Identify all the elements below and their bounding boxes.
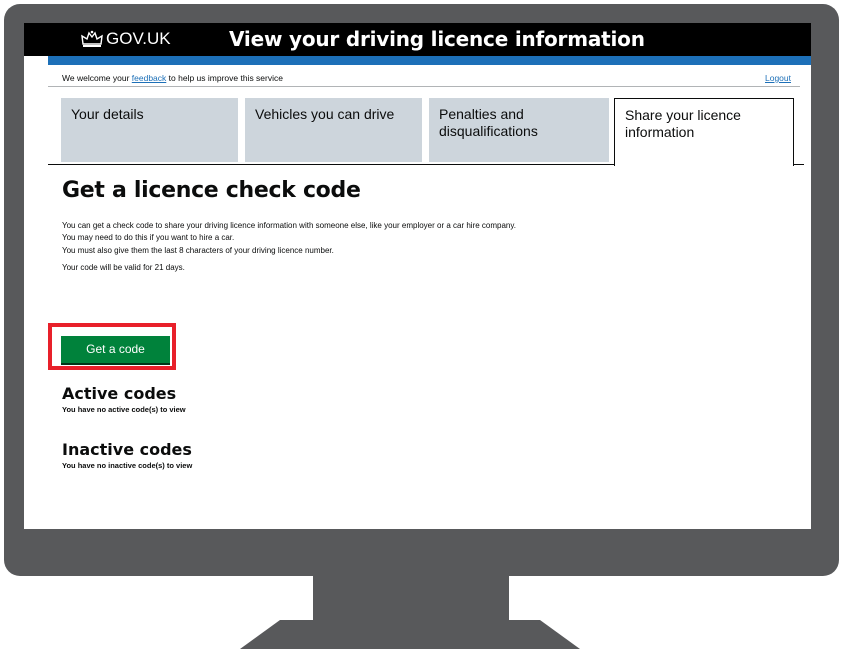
crown-icon xyxy=(81,30,103,47)
inactive-codes-heading: Inactive codes xyxy=(62,440,192,459)
feedback-prefix: We welcome your xyxy=(62,73,130,83)
active-codes-heading: Active codes xyxy=(62,384,177,403)
feedback-link[interactable]: feedback xyxy=(132,73,167,83)
tab-penalties[interactable]: Penalties and disqualifications xyxy=(429,98,609,162)
tab-vehicles[interactable]: Vehicles you can drive xyxy=(245,98,422,162)
tab-label: Your details xyxy=(71,106,144,122)
service-name[interactable]: View your driving licence information xyxy=(229,27,645,51)
page-title: Get a licence check code xyxy=(62,178,361,203)
logout-link[interactable]: Logout xyxy=(765,73,791,83)
get-code-button[interactable]: Get a code xyxy=(61,336,170,363)
tab-label: Penalties and disqualifications xyxy=(439,106,538,139)
divider xyxy=(48,86,800,87)
tab-label: Share your licence information xyxy=(625,107,741,140)
tab-share-licence[interactable]: Share your licence information xyxy=(614,98,794,166)
tabs-baseline xyxy=(48,164,614,165)
govuk-logo-text[interactable]: GOV.UK xyxy=(106,29,171,49)
intro-paragraph-2: You may need to do this if you want to h… xyxy=(62,233,235,242)
monitor-stand-neck xyxy=(313,576,509,621)
feedback-suffix: to help us improve this service xyxy=(168,73,283,83)
gov-header: GOV.UK View your driving licence informa… xyxy=(24,23,811,56)
inactive-codes-empty-text: You have no inactive code(s) to view xyxy=(62,461,193,470)
screen: GOV.UK View your driving licence informa… xyxy=(24,23,811,529)
intro-paragraph-3: You must also give them the last 8 chara… xyxy=(62,246,334,255)
tab-your-details[interactable]: Your details xyxy=(61,98,238,162)
monitor-stand-base xyxy=(240,620,580,649)
active-codes-empty-text: You have no active code(s) to view xyxy=(62,405,186,414)
intro-paragraph-4: Your code will be valid for 21 days. xyxy=(62,263,185,272)
tab-label: Vehicles you can drive xyxy=(255,106,395,122)
tabs-baseline-right xyxy=(794,164,804,165)
feedback-banner: We welcome your feedback to help us impr… xyxy=(62,73,283,83)
intro-paragraph-1: You can get a check code to share your d… xyxy=(62,221,517,230)
header-blue-bar xyxy=(48,56,811,65)
